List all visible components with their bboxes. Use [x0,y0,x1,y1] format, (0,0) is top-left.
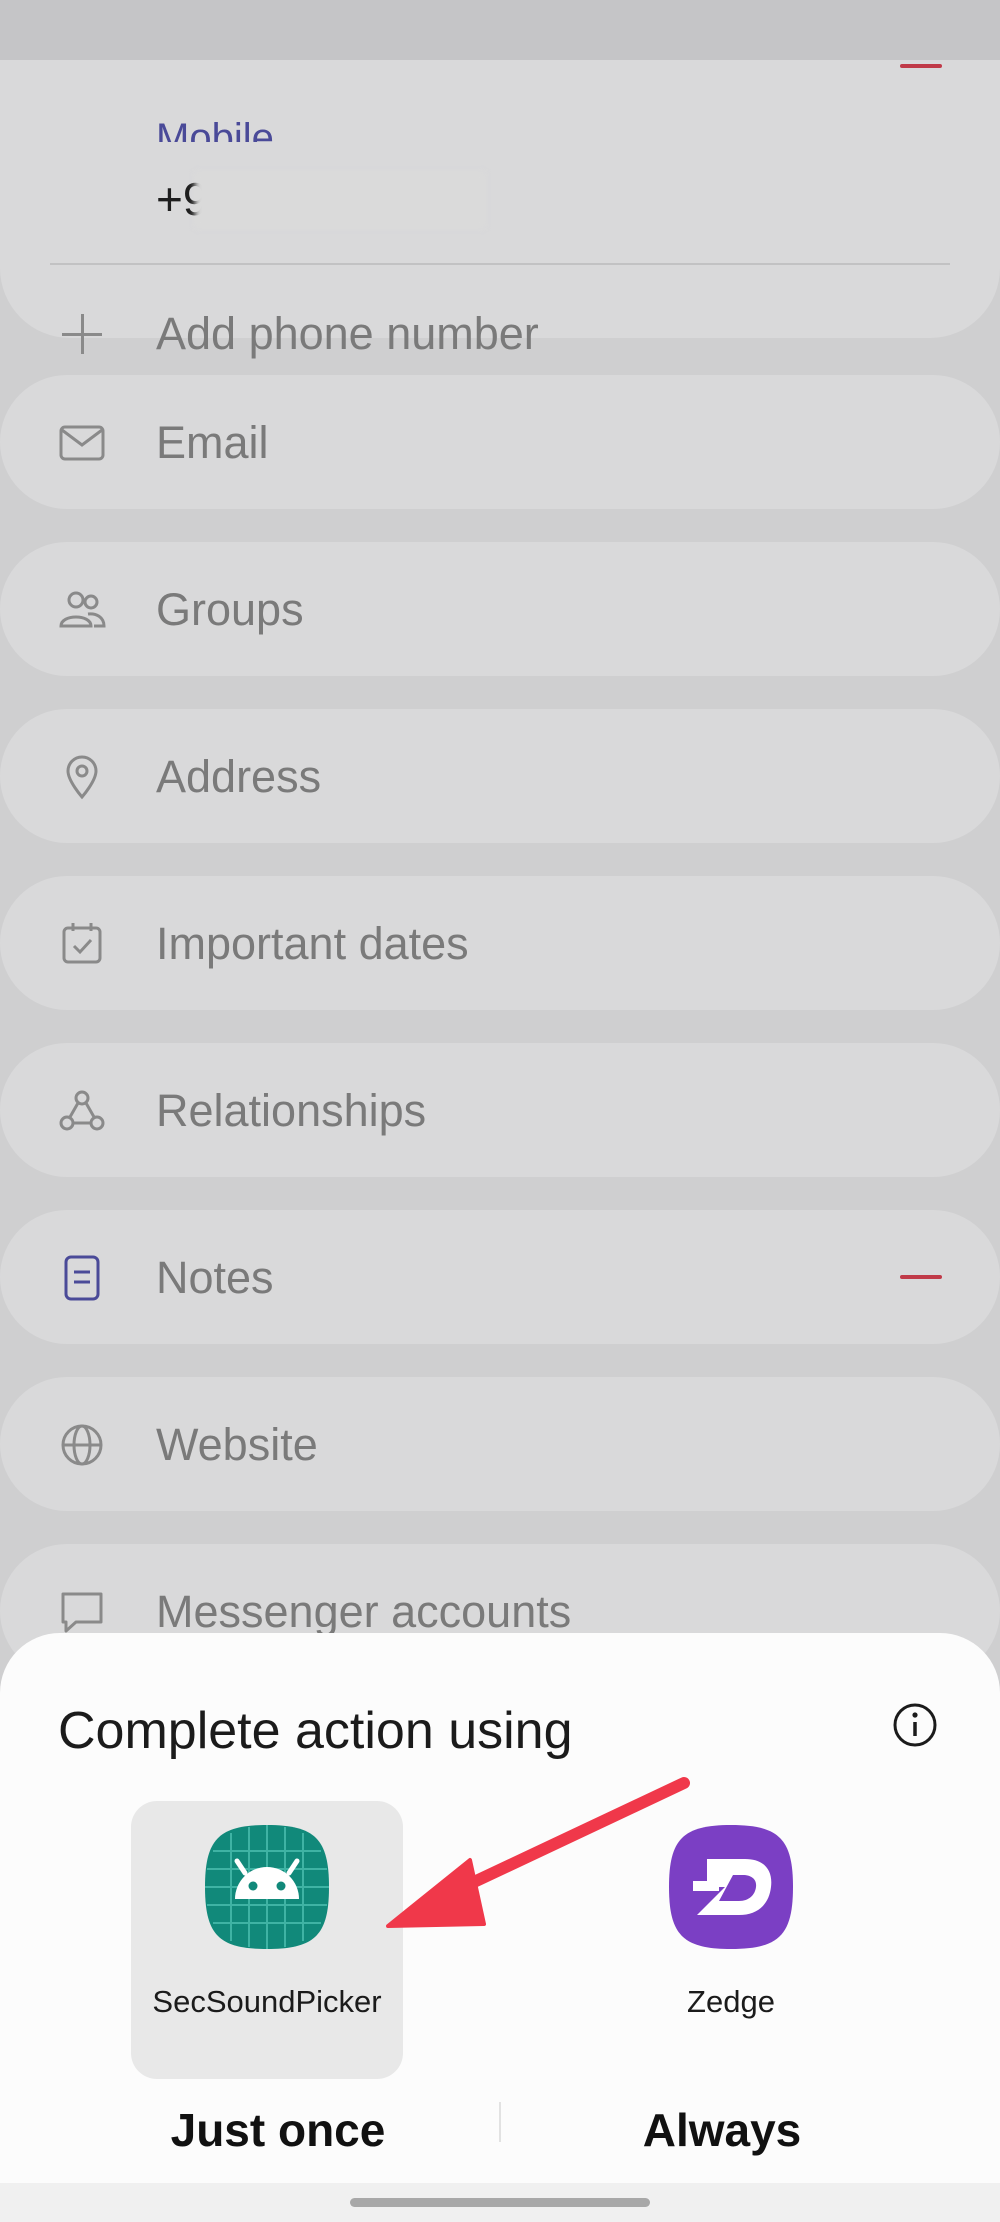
field-email[interactable]: Email [0,375,1000,509]
android-icon [205,1825,329,1949]
field-relationships[interactable]: Relationships [0,1043,1000,1177]
field-label: Groups [156,584,304,635]
field-label: Address [156,751,322,802]
just-once-button[interactable]: Just once [128,2103,428,2157]
field-important-dates[interactable]: Important dates [0,876,1000,1010]
always-button[interactable]: Always [572,2103,872,2157]
field-label: Website [156,1419,318,1470]
app-option-secsoundpicker[interactable]: SecSoundPicker [131,1801,403,2079]
zedge-logo [669,1825,793,1949]
notes-icon [64,1255,100,1301]
app-chooser-sheet: Complete action using SecSoundPicker Zed… [0,1633,1000,2183]
field-groups[interactable]: Groups [0,542,1000,676]
app-option-zedge[interactable]: Zedge [595,1801,867,2079]
phone-number-card: Mobile +9 Add phone number [0,60,1000,359]
remove-phone-button[interactable] [900,64,942,68]
redacted-phone-digits [195,172,485,228]
relationships-icon [59,1090,105,1131]
sheet-title: Complete action using [58,1702,573,1760]
action-separator [499,2102,501,2142]
remove-notes-button[interactable] [900,1275,942,1279]
field-label: Important dates [156,918,469,969]
location-pin-icon [66,755,98,800]
phone-type-label: Mobile [156,118,274,142]
field-website[interactable]: Website [0,1377,1000,1511]
field-label: Email [156,417,269,468]
add-phone-label: Add phone number [156,308,539,359]
groups-icon [59,591,106,628]
field-label: Messenger accounts [156,1586,572,1637]
home-handle[interactable] [350,2198,650,2207]
app-name: SecSoundPicker [152,1984,382,2019]
mail-icon [59,425,105,461]
phone-divider [50,263,950,265]
field-address[interactable]: Address [0,709,1000,843]
app-name: Zedge [687,1984,775,2019]
add-phone-row[interactable]: Add phone number [0,278,1000,388]
globe-icon [61,1424,103,1466]
field-label: Relationships [156,1085,427,1136]
chat-bubble-icon [61,1592,103,1633]
calendar-icon [62,923,102,964]
navigation-bar [0,2183,1000,2222]
field-notes[interactable]: Notes [0,1210,1000,1344]
info-icon[interactable] [891,1701,939,1749]
field-label: Notes [156,1252,274,1303]
plus-icon [62,314,102,354]
